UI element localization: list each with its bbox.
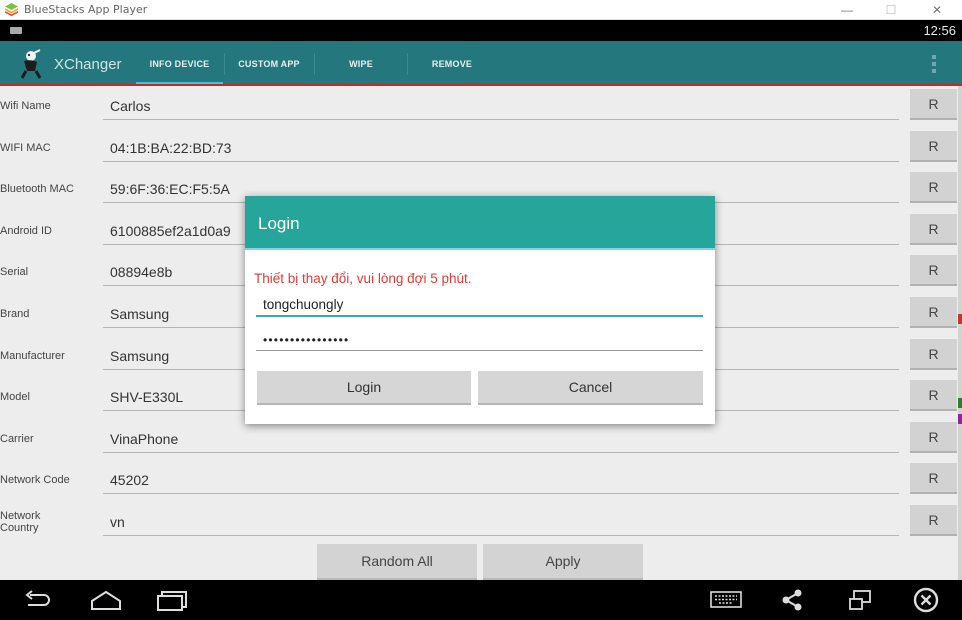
status-bar: 12:56: [0, 20, 962, 41]
randomize-network-code-button[interactable]: R: [910, 463, 957, 494]
share-button[interactable]: [772, 586, 812, 614]
home-icon: [91, 590, 121, 610]
field-value: VinaPhone: [110, 431, 179, 447]
field-label: Serial: [0, 265, 29, 278]
field-label: Network Code: [0, 473, 70, 486]
network-country-input[interactable]: vn: [103, 506, 899, 536]
multi-window-icon: [849, 590, 871, 610]
random-all-button[interactable]: Random All: [317, 544, 477, 580]
tab-wipe[interactable]: WIPE: [315, 41, 407, 86]
window-titlebar: BlueStacks App Player — ☐ ✕: [0, 0, 962, 20]
randomize-bluetooth-mac-button[interactable]: R: [910, 172, 957, 203]
wifi-name-input[interactable]: Carlos: [103, 90, 899, 120]
field-label: Bluetooth MAC: [0, 182, 74, 195]
tab-label: CUSTOM APP: [238, 58, 300, 69]
field-value: 08894e8b: [110, 264, 173, 280]
status-clock: 12:56: [923, 23, 956, 38]
wifi-mac-input[interactable]: 04:1B:BA:22:BD:73: [103, 132, 899, 162]
carrier-input[interactable]: VinaPhone: [103, 423, 899, 453]
login-dialog-header: Login: [245, 196, 715, 250]
window-title: BlueStacks App Player: [24, 3, 148, 16]
action-bar: XChanger INFO DEVICE CUSTOM APP WIPE REM…: [0, 41, 962, 86]
randomize-network-country-button[interactable]: R: [910, 505, 957, 536]
field-label: Android ID: [0, 224, 52, 237]
share-icon: [782, 589, 802, 611]
field-row-network-country: Network Country vn R: [0, 502, 962, 543]
close-app-button[interactable]: [906, 586, 946, 614]
login-dialog: Login Thiết bị thay đổi, vui lòng đợi 5 …: [245, 196, 715, 424]
recent-apps-icon: [157, 591, 187, 611]
keyboard-indicator-icon: [10, 27, 22, 34]
field-row-carrier: Carrier VinaPhone R: [0, 419, 962, 460]
tab-remove[interactable]: REMOVE: [408, 41, 496, 86]
android-nav-bar: [0, 580, 962, 620]
tab-label: REMOVE: [431, 58, 473, 69]
tab-label: WIPE: [349, 58, 373, 69]
field-value: 04:1B:BA:22:BD:73: [110, 140, 232, 156]
field-value: 6100885ef2a1d0a9: [110, 223, 231, 239]
close-window-button[interactable]: ✕: [914, 0, 960, 20]
desktop-edge-mark: [958, 414, 962, 424]
bluestacks-window: BlueStacks App Player — ☐ ✕ 12:56 XChang…: [0, 0, 962, 620]
device-changed-warning: Thiết bị thay đổi, vui lòng đợi 5 phút.: [254, 271, 472, 286]
username-input[interactable]: tongchuongly: [256, 295, 703, 317]
field-label: Carrier: [0, 432, 34, 445]
field-label: Network Country: [0, 509, 41, 534]
back-button[interactable]: [18, 586, 58, 614]
recent-apps-button[interactable]: [152, 586, 192, 614]
bluestacks-logo-icon: [4, 3, 19, 17]
minimize-button[interactable]: —: [824, 0, 870, 20]
field-label: Manufacturer: [0, 349, 65, 362]
field-value: 59:6F:36:EC:F5:5A: [110, 181, 230, 197]
apply-button[interactable]: Apply: [483, 544, 643, 580]
desktop-edge-mark: [958, 398, 962, 408]
keyboard-icon: [710, 591, 742, 608]
field-value: Samsung: [110, 348, 170, 364]
field-label: Brand: [0, 307, 30, 320]
field-row-wifi-name: Wifi Name Carlos R: [0, 86, 962, 127]
password-value: ••••••••••••••••: [263, 333, 350, 347]
randomize-wifi-name-button[interactable]: R: [910, 89, 957, 120]
field-value: 45202: [110, 472, 149, 488]
network-code-input[interactable]: 45202: [103, 464, 899, 494]
field-value: Carlos: [110, 98, 151, 114]
login-button[interactable]: Login: [257, 371, 471, 405]
field-value: Samsung: [110, 306, 170, 322]
randomize-manufacturer-button[interactable]: R: [910, 339, 957, 370]
overflow-menu-icon[interactable]: [932, 55, 936, 76]
randomize-carrier-button[interactable]: R: [910, 422, 957, 453]
field-value: SHV-E330L: [110, 389, 184, 405]
tab-label: INFO DEVICE: [149, 58, 210, 69]
password-input[interactable]: ••••••••••••••••: [256, 329, 703, 351]
randomize-model-button[interactable]: R: [910, 380, 957, 411]
close-icon: ✕: [931, 3, 943, 17]
home-button[interactable]: [86, 586, 126, 614]
randomize-serial-button[interactable]: R: [910, 255, 957, 286]
desktop-edge-mark: [958, 314, 962, 324]
field-value: vn: [110, 514, 125, 530]
field-label: Wifi Name: [0, 99, 51, 112]
desktop-edge-strip: [958, 86, 962, 580]
maximize-icon: ☐: [885, 3, 897, 17]
multi-window-button[interactable]: [840, 586, 880, 614]
maximize-button[interactable]: ☐: [868, 0, 914, 20]
tab-info-device[interactable]: INFO DEVICE: [136, 41, 223, 86]
close-app-icon: [913, 587, 939, 613]
field-label: Model: [0, 390, 30, 403]
field-row-wifi-mac: WIFI MAC 04:1B:BA:22:BD:73 R: [0, 128, 962, 169]
minimize-icon: —: [841, 3, 853, 17]
field-label: WIFI MAC: [0, 141, 51, 154]
app-title: XChanger: [54, 56, 122, 73]
keyboard-button[interactable]: [706, 586, 746, 614]
randomize-brand-button[interactable]: R: [910, 297, 957, 328]
cancel-button[interactable]: Cancel: [478, 371, 703, 405]
field-row-network-code: Network Code 45202 R: [0, 460, 962, 501]
back-icon: [25, 590, 50, 606]
username-value: tongchuongly: [263, 297, 344, 312]
xchanger-app-icon: [20, 49, 42, 79]
randomize-android-id-button[interactable]: R: [910, 214, 957, 245]
login-dialog-title: Login: [258, 214, 300, 233]
randomize-wifi-mac-button[interactable]: R: [910, 131, 957, 162]
tab-custom-app[interactable]: CUSTOM APP: [225, 41, 313, 86]
